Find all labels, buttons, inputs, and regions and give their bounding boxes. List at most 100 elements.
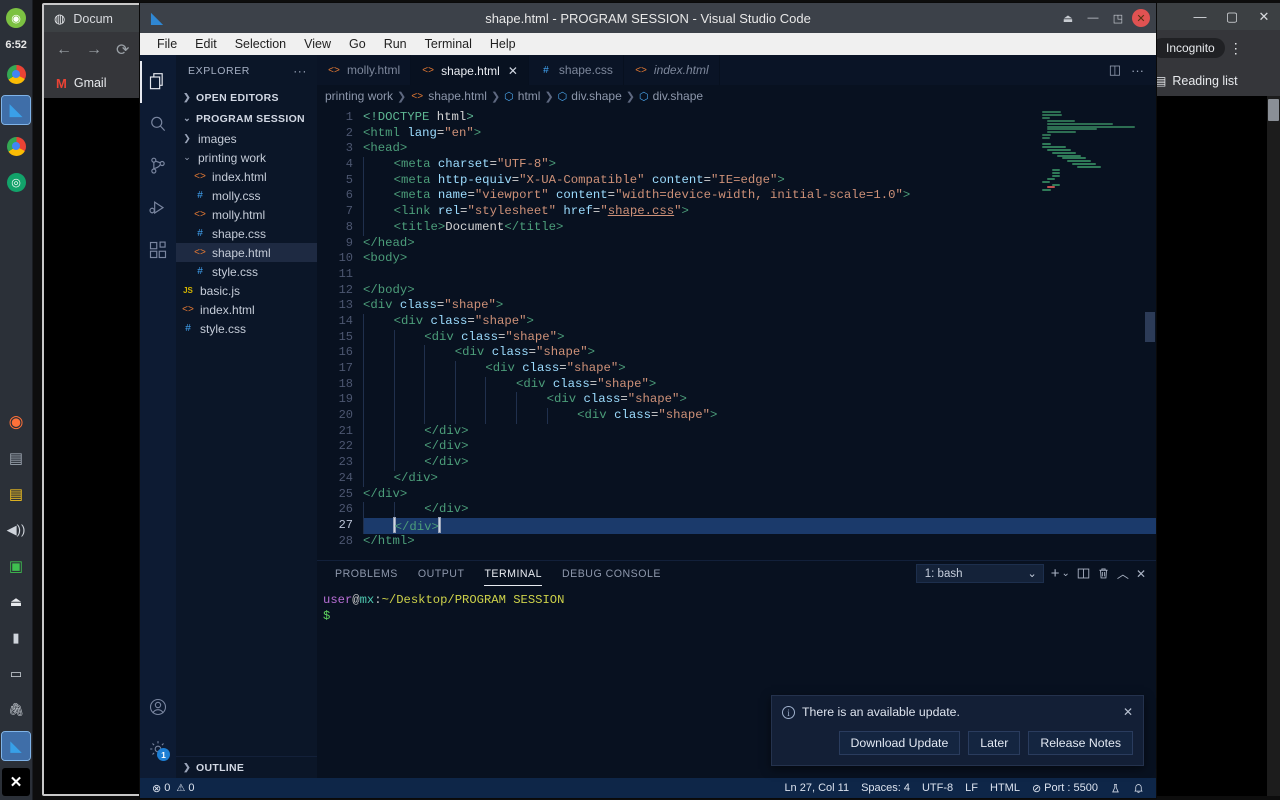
mx-menu-icon[interactable]: ◉ <box>2 4 30 32</box>
display-icon[interactable]: ▭ <box>2 660 30 688</box>
code-line[interactable]: <body> <box>363 251 1156 267</box>
bookmark-gmail[interactable]: Gmail <box>74 76 107 90</box>
tree-item-printing-work[interactable]: ⌄ printing work <box>176 148 317 167</box>
reload-icon[interactable]: ⟳ <box>116 40 129 60</box>
incognito-badge[interactable]: Incognito <box>1152 38 1225 58</box>
status-notifications[interactable] <box>1127 782 1150 794</box>
status-bar[interactable]: ⊗ 0 ⚠ 0 Ln 27, Col 11 Spaces: 4 UTF-8 LF… <box>140 778 1156 798</box>
sync-icon[interactable]: ◎ <box>2 168 30 196</box>
archive-icon[interactable]: ▤ <box>2 444 30 472</box>
code-line[interactable]: <div class="shape"> <box>363 329 1156 346</box>
terminal-input-line[interactable]: $ <box>323 608 1156 624</box>
menu-go[interactable]: Go <box>340 35 375 53</box>
menu-help[interactable]: Help <box>481 35 525 53</box>
later-button[interactable]: Later <box>968 731 1021 755</box>
code-line[interactable]: <!DOCTYPE html> <box>363 110 1156 126</box>
panel-tab-terminal[interactable]: TERMINAL <box>474 561 552 586</box>
close-panel-icon[interactable]: ✕ <box>1136 567 1146 581</box>
x-app-icon[interactable]: ✕ <box>2 768 30 796</box>
terminal-selector[interactable]: 1: bash ⌄ <box>915 564 1044 583</box>
menu-selection[interactable]: Selection <box>226 35 295 53</box>
code-line[interactable]: </div> <box>363 423 1156 440</box>
editor-scrollbar[interactable] <box>1144 107 1156 560</box>
eject-icon[interactable]: ⏏ <box>2 588 30 616</box>
breadcrumb[interactable]: printing work ❯ <> shape.html ❯ ⬡ html ❯ ⬡ div.sh… <box>317 85 1156 107</box>
code-line[interactable]: <head> <box>363 141 1156 157</box>
shade-button[interactable]: ⏏ <box>1057 8 1079 28</box>
activity-bar[interactable]: 1 <box>140 55 176 778</box>
activity-extensions[interactable] <box>140 229 176 271</box>
download-update-button[interactable]: Download Update <box>838 731 961 755</box>
panel-tab-output[interactable]: OUTPUT <box>408 561 475 586</box>
editor-tab-molly-html[interactable]: <> molly.html <box>317 55 412 85</box>
release-notes-button[interactable]: Release Notes <box>1028 731 1133 755</box>
status-feedback[interactable] <box>1104 783 1127 794</box>
battery-icon[interactable]: ▮ <box>2 624 30 652</box>
chrome-incognito-window[interactable]: — ▢ ✕ Incognito ⋮ ▤ Reading list <box>1150 3 1280 796</box>
breadcrumb-item-shape-html[interactable]: <> shape.html <box>410 89 487 103</box>
panel-actions[interactable]: 1: bash ⌄ + ⌄ ︿ ✕ <box>915 564 1156 583</box>
kill-terminal-icon[interactable] <box>1097 567 1110 580</box>
volume-icon[interactable]: ◀)) <box>2 516 30 544</box>
breadcrumb-item-printing-work[interactable]: printing work <box>325 89 393 103</box>
split-terminal-icon[interactable] <box>1077 567 1090 580</box>
file-tree[interactable]: ❯ images ⌄ printing work <> index.html # molly.… <box>176 129 317 338</box>
back-icon[interactable]: ← <box>56 41 72 59</box>
tree-item-index-html[interactable]: <> index.html <box>176 167 317 186</box>
forward-icon[interactable]: → <box>86 41 102 59</box>
code-line[interactable]: </html> <box>363 534 1156 550</box>
chrome-scrollbar-thumb[interactable] <box>1268 99 1279 121</box>
editor-tabbar[interactable]: <> molly.html <> shape.html ✕ # shape.css <> ind… <box>317 55 1156 85</box>
chrome-taskbar-icon-2[interactable] <box>2 132 30 160</box>
panel-tab-debug-console[interactable]: DEBUG CONSOLE <box>552 561 671 586</box>
chrome-icon[interactable] <box>2 60 30 88</box>
status-language-mode[interactable]: HTML <box>984 782 1026 794</box>
code-line[interactable]: </div> <box>363 470 1156 487</box>
panel-tabs[interactable]: PROBLEMS OUTPUT TERMINAL DEBUG CONSOLE 1: b… <box>317 561 1156 586</box>
maximize-panel-icon[interactable]: ︿ <box>1117 565 1129 582</box>
status-live-server-port[interactable]: ⊘ Port : 5500 <box>1026 782 1104 795</box>
maximize-button[interactable]: ◳ <box>1107 8 1129 28</box>
new-terminal-icon[interactable]: + <box>1051 565 1060 582</box>
code-editor[interactable]: 1 2 3 4 5 6 7 8 9 10 11 12 13 14 15 16 17 18 19 20 21 22 23 24 2… <box>317 107 1156 560</box>
activity-source-control[interactable] <box>140 145 176 187</box>
panel-tab-problems[interactable]: PROBLEMS <box>325 561 408 586</box>
code-line[interactable]: <div class="shape"> <box>363 376 1156 393</box>
tree-item-molly-html[interactable]: <> molly.html <box>176 205 317 224</box>
code-line[interactable]: </head> <box>363 236 1156 252</box>
menu-view[interactable]: View <box>295 35 340 53</box>
code-line[interactable]: <meta http-equiv="X-UA-Compatible" conte… <box>363 172 1156 189</box>
code-line[interactable]: </div> <box>363 487 1156 503</box>
new-terminal-dropdown-icon[interactable]: ⌄ <box>1062 568 1070 579</box>
tree-item-index-html[interactable]: <> index.html <box>176 300 317 319</box>
menu-run[interactable]: Run <box>375 35 416 53</box>
code-line[interactable]: <title>Document</title> <box>363 219 1156 236</box>
activity-search[interactable] <box>140 103 176 145</box>
editor-tab-index-html[interactable]: <> index.html <box>623 55 720 85</box>
sidebar-root-folder[interactable]: ⌄ PROGRAM SESSION <box>176 108 317 129</box>
close-button[interactable]: ✕ <box>1132 9 1150 27</box>
sidebar-open-editors[interactable]: ❯ OPEN EDITORS <box>176 87 317 108</box>
clipboard-icon[interactable]: 🖇 <box>2 696 30 724</box>
activity-explorer[interactable] <box>140 61 176 103</box>
chrome-minimize-button[interactable]: — <box>1184 3 1216 30</box>
split-editor-icon[interactable]: ◫ <box>1109 62 1121 78</box>
code-line[interactable]: </div> <box>363 502 1156 518</box>
notification-toast[interactable]: i There is an available update. ✕ Downlo… <box>771 695 1144 766</box>
vscode-running-icon[interactable]: ◣ <box>1 731 31 761</box>
more-actions-icon[interactable]: ··· <box>1131 63 1144 78</box>
code-line[interactable]: </div> <box>363 439 1156 456</box>
sidebar-more-icon[interactable]: ··· <box>293 64 307 78</box>
code-line[interactable]: </div> <box>363 516 1156 534</box>
tree-item-basic-js[interactable]: JS basic.js <box>176 281 317 300</box>
tab-close-icon[interactable]: ✕ <box>508 64 518 78</box>
chrome-tab-title[interactable]: Docum <box>73 12 113 26</box>
os-taskbar[interactable]: ◉ 6:52 ◣ ◎ ◉ ▤ ▤ ◀)) ▣ ⏏ ▮ ▭ 🖇 ◣ ✕ <box>0 0 33 800</box>
vscode-taskbar-icon[interactable]: ◣ <box>1 95 31 125</box>
code-line[interactable] <box>363 267 1156 283</box>
chrome-scrollbar[interactable] <box>1267 96 1280 796</box>
tree-item-shape-css[interactable]: # shape.css <box>176 224 317 243</box>
tree-item-molly-css[interactable]: # molly.css <box>176 186 317 205</box>
tree-item-shape-html[interactable]: <> shape.html <box>176 243 317 262</box>
code-line[interactable]: <div class="shape"> <box>363 345 1156 361</box>
